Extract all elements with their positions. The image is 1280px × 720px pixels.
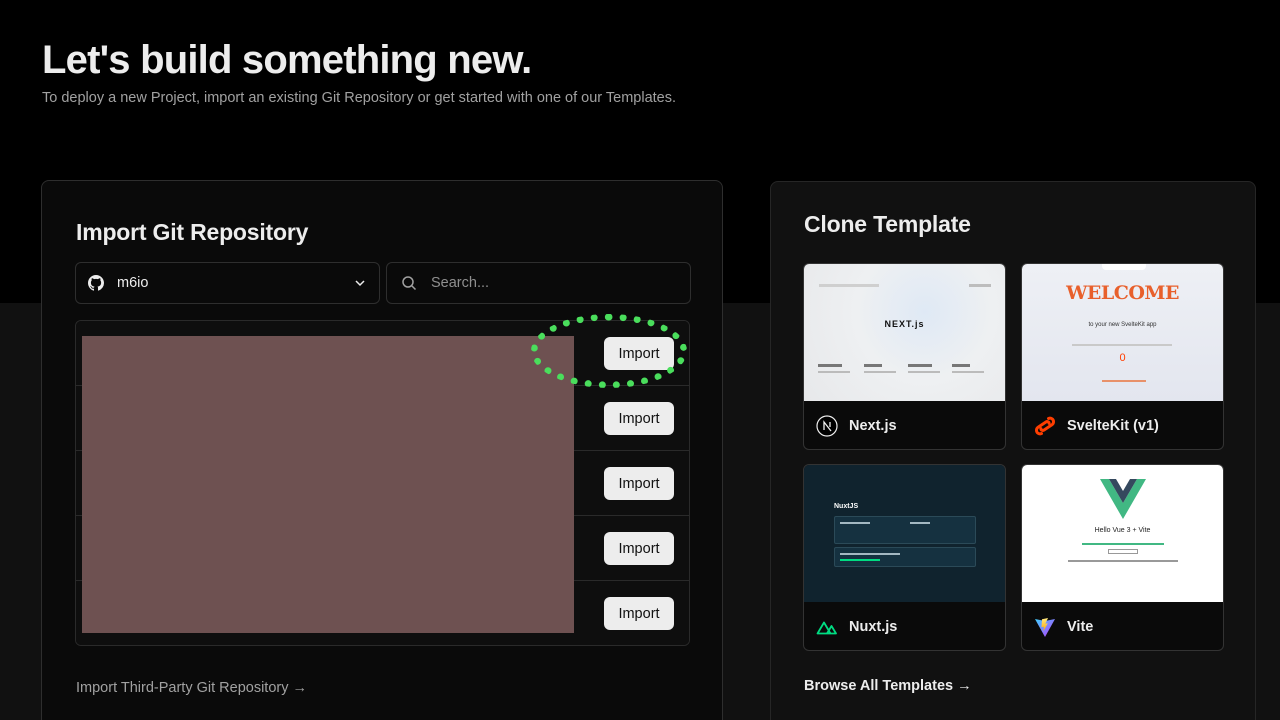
template-name: Next.js (849, 418, 897, 434)
import-button[interactable]: Import (604, 597, 674, 630)
git-scope-select[interactable]: m6io (75, 262, 380, 304)
import-button[interactable]: Import (604, 467, 674, 500)
github-icon (88, 275, 104, 291)
template-name: Vite (1067, 619, 1094, 635)
import-panel-title: Import Git Repository (76, 219, 309, 245)
nextjs-preview-logo: NEXT.js (884, 319, 925, 329)
template-footer: Vite (1022, 602, 1223, 650)
redacted-repository-names (82, 336, 574, 633)
nuxt-preview-logo: NuxtJS (834, 503, 859, 510)
template-preview: NEXT.js (804, 264, 1005, 401)
template-panel-title: Clone Template (804, 211, 971, 237)
template-preview: NuxtJS (804, 465, 1005, 602)
template-preview: WELCOME to your new SvelteKit app 0 (1022, 264, 1223, 401)
nextjs-icon (816, 415, 838, 437)
vite-icon (1034, 616, 1056, 638)
import-button[interactable]: Import (604, 337, 674, 370)
browse-all-templates-link[interactable]: Browse All Templates → (804, 678, 972, 694)
import-git-repository-panel: Import Git Repository m6io Import Import… (41, 180, 723, 720)
page-title: Let's build something new. (42, 38, 532, 82)
repository-list: Import Import Import Import Import (75, 320, 690, 646)
template-card-vite[interactable]: Hello Vue 3 + Vite Vite (1021, 464, 1224, 651)
repository-search (386, 262, 691, 304)
svelte-preview-sub: to your new SvelteKit app (1088, 322, 1157, 328)
vite-preview-title: Hello Vue 3 + Vite (1094, 527, 1151, 534)
svelte-preview-welcome: WELCOME (1066, 282, 1179, 304)
chevron-down-icon (353, 276, 367, 290)
template-name: SvelteKit (v1) (1067, 418, 1159, 434)
template-footer: Next.js (804, 401, 1005, 449)
template-footer: Nuxt.js (804, 602, 1005, 650)
clone-template-panel: Clone Template NEXT.js Next.js WELCOME t… (770, 181, 1256, 720)
search-icon (401, 275, 417, 291)
import-button[interactable]: Import (604, 532, 674, 565)
svelte-preview-counter: 0 (1119, 352, 1126, 364)
template-card-nuxtjs[interactable]: NuxtJS Nuxt.js (803, 464, 1006, 651)
template-card-sveltekit[interactable]: WELCOME to your new SvelteKit app 0 Svel… (1021, 263, 1224, 450)
import-third-party-link[interactable]: Import Third-Party Git Repository → (76, 680, 307, 696)
template-name: Nuxt.js (849, 619, 898, 635)
import-button[interactable]: Import (604, 402, 674, 435)
search-input[interactable] (431, 275, 676, 291)
template-card-nextjs[interactable]: NEXT.js Next.js (803, 263, 1006, 450)
nuxt-icon (816, 616, 838, 638)
vue-logo-icon (1100, 479, 1146, 519)
scope-value: m6io (117, 275, 149, 291)
page-subtitle: To deploy a new Project, import an exist… (42, 90, 677, 106)
svelte-icon (1034, 415, 1056, 437)
template-footer: SvelteKit (v1) (1022, 401, 1223, 449)
template-preview: Hello Vue 3 + Vite (1022, 465, 1223, 602)
